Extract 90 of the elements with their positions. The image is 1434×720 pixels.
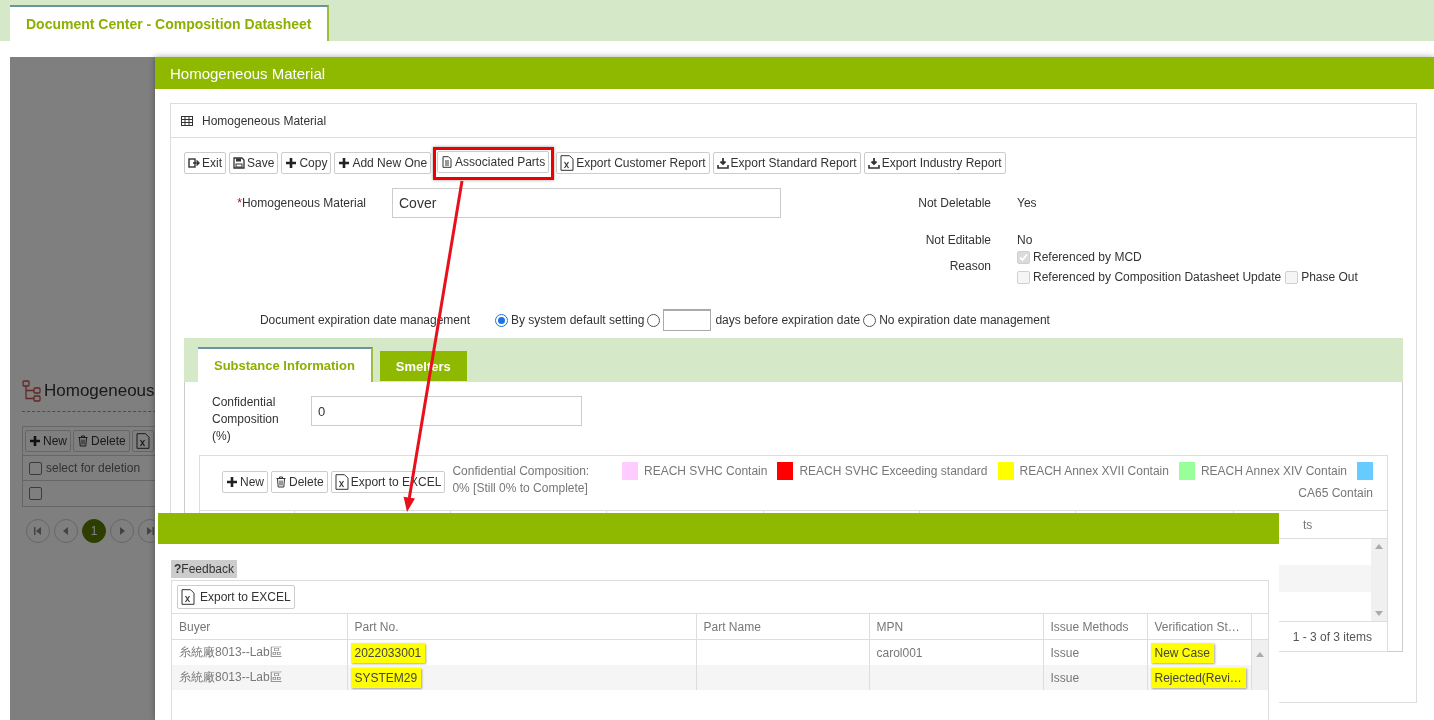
field-value: Yes: [1016, 196, 1038, 210]
column-header: Buyer: [172, 613, 347, 640]
table-cell-text: 糸統廠8013--Lab區: [178, 669, 283, 686]
save-icon: [233, 157, 245, 169]
column-header: ts: [1302, 516, 1314, 534]
spreadsheet-icon: [560, 155, 575, 171]
toolbar-button[interactable]: New: [25, 430, 71, 452]
radio-label: No expiration date management: [879, 313, 1050, 327]
download-icon: [867, 157, 880, 169]
trash-icon: [77, 435, 89, 447]
table-icon: [181, 114, 193, 127]
plus-icon: [338, 157, 351, 169]
spreadsheet-icon: [181, 589, 195, 605]
checkbox[interactable]: [29, 487, 42, 500]
column-header: Part No.: [347, 613, 696, 640]
section-title: Homogeneous: [44, 381, 155, 401]
toolbar-button[interactable]: Exit: [184, 152, 226, 174]
table-cell-text: Issue: [1049, 669, 1081, 687]
feedback-button[interactable]: ?Feedback: [171, 560, 238, 578]
document-icon: [441, 155, 454, 168]
toolbar-button[interactable]: Export Customer Report: [556, 152, 710, 174]
highlighted-cell: 2022033001: [350, 642, 426, 663]
radio-button[interactable]: [495, 313, 508, 327]
export-button[interactable]: [131, 430, 154, 452]
toolbar-button[interactable]: Copy: [281, 152, 332, 174]
skip-forward-icon: [146, 527, 154, 535]
required-mark: *: [237, 196, 242, 210]
days-field[interactable]: [663, 309, 712, 331]
skip-back-icon: [34, 527, 42, 535]
spreadsheet-icon: [334, 474, 349, 490]
table-cell-text: Issue: [1049, 644, 1081, 662]
triangle-left-icon: [62, 527, 70, 535]
trash-icon: [275, 476, 287, 488]
table-cell-text: carol001: [875, 644, 924, 662]
highlighted-cell: Rejected(Revi…: [1150, 667, 1246, 688]
field-label: Confidential Composition (%): [212, 394, 280, 445]
toolbar-button[interactable]: Delete: [73, 430, 130, 452]
column-header: Part Name: [696, 613, 869, 640]
toolbar-button[interactable]: Export Industry Report: [863, 152, 1006, 174]
export-button[interactable]: Export to EXCEL: [177, 585, 295, 609]
download-icon: [716, 157, 729, 169]
legend-label: REACH Annex XVII Contain: [1019, 464, 1169, 478]
legend-label: REACH SVHC Exceeding standard: [799, 464, 988, 478]
column-header: Verification St…: [1147, 613, 1251, 640]
field-label: Not Deletable: [917, 196, 991, 210]
legend-label: REACH SVHC Contain: [644, 464, 768, 478]
column-header: MPN: [869, 613, 1043, 640]
toolbar-button[interactable]: Delete: [271, 471, 328, 493]
material-field[interactable]: Cover: [392, 188, 781, 218]
field-value: No: [1016, 233, 1034, 247]
radio-label: By system default setting: [511, 313, 645, 327]
plus-icon: [29, 435, 41, 447]
pager-info: 1 - 3 of 3 items: [1292, 629, 1372, 644]
dialog-title: Homogeneous Material: [170, 64, 326, 82]
radio-label: days before expiration date: [715, 313, 861, 327]
field-label: Reason: [948, 259, 991, 273]
checkbox-label: Referenced by MCD: [1033, 250, 1142, 264]
confidential-note: Confidential Composition: 0% [Still 0% to Complete]: [452, 463, 591, 497]
table-cell-text: 糸統廠8013--Lab區: [178, 644, 283, 661]
highlighted-cell: SYSTEM29: [350, 667, 422, 688]
toolbar-button[interactable]: Add New One: [334, 152, 432, 174]
first-page-button[interactable]: [26, 519, 50, 543]
toolbar-button[interactable]: Export Standard Report: [712, 152, 861, 174]
spreadsheet-icon: [135, 433, 150, 449]
confidential-field[interactable]: 0: [311, 396, 582, 426]
toolbar-button[interactable]: Save: [229, 152, 279, 174]
toolbar-button[interactable]: Associated Parts: [437, 150, 550, 173]
legend-label: CA65 Contain: [1298, 486, 1373, 500]
checkbox-label: Referenced by Composition Datasheet Update: [1033, 270, 1282, 284]
radio-button[interactable]: [863, 313, 877, 327]
scroll-up-icon[interactable]: [1255, 652, 1264, 657]
panel-title: Homogeneous Material: [202, 113, 327, 128]
column-header: select for deletion: [46, 461, 141, 475]
field-label: Not Editable: [924, 233, 991, 247]
scroll-up-icon[interactable]: [1375, 544, 1383, 549]
plus-icon: [285, 157, 298, 169]
highlighted-cell: New Case: [1150, 642, 1214, 663]
toolbar-button[interactable]: New: [222, 471, 268, 493]
legend-label: REACH Annex XIV Contain: [1200, 464, 1347, 478]
field-label: Homogeneous Material: [241, 196, 366, 210]
plus-icon: [226, 476, 238, 488]
exit-icon: [188, 157, 200, 169]
previous-page-button[interactable]: [54, 519, 78, 543]
checkbox[interactable]: [29, 461, 42, 475]
column-header: Issue Methods: [1043, 613, 1147, 640]
radio-button[interactable]: [647, 313, 661, 327]
triangle-right-icon: [118, 527, 126, 535]
checkbox-label: Phase Out: [1301, 270, 1358, 284]
tree-icon: [22, 380, 42, 402]
scroll-down-icon[interactable]: [1375, 611, 1383, 616]
